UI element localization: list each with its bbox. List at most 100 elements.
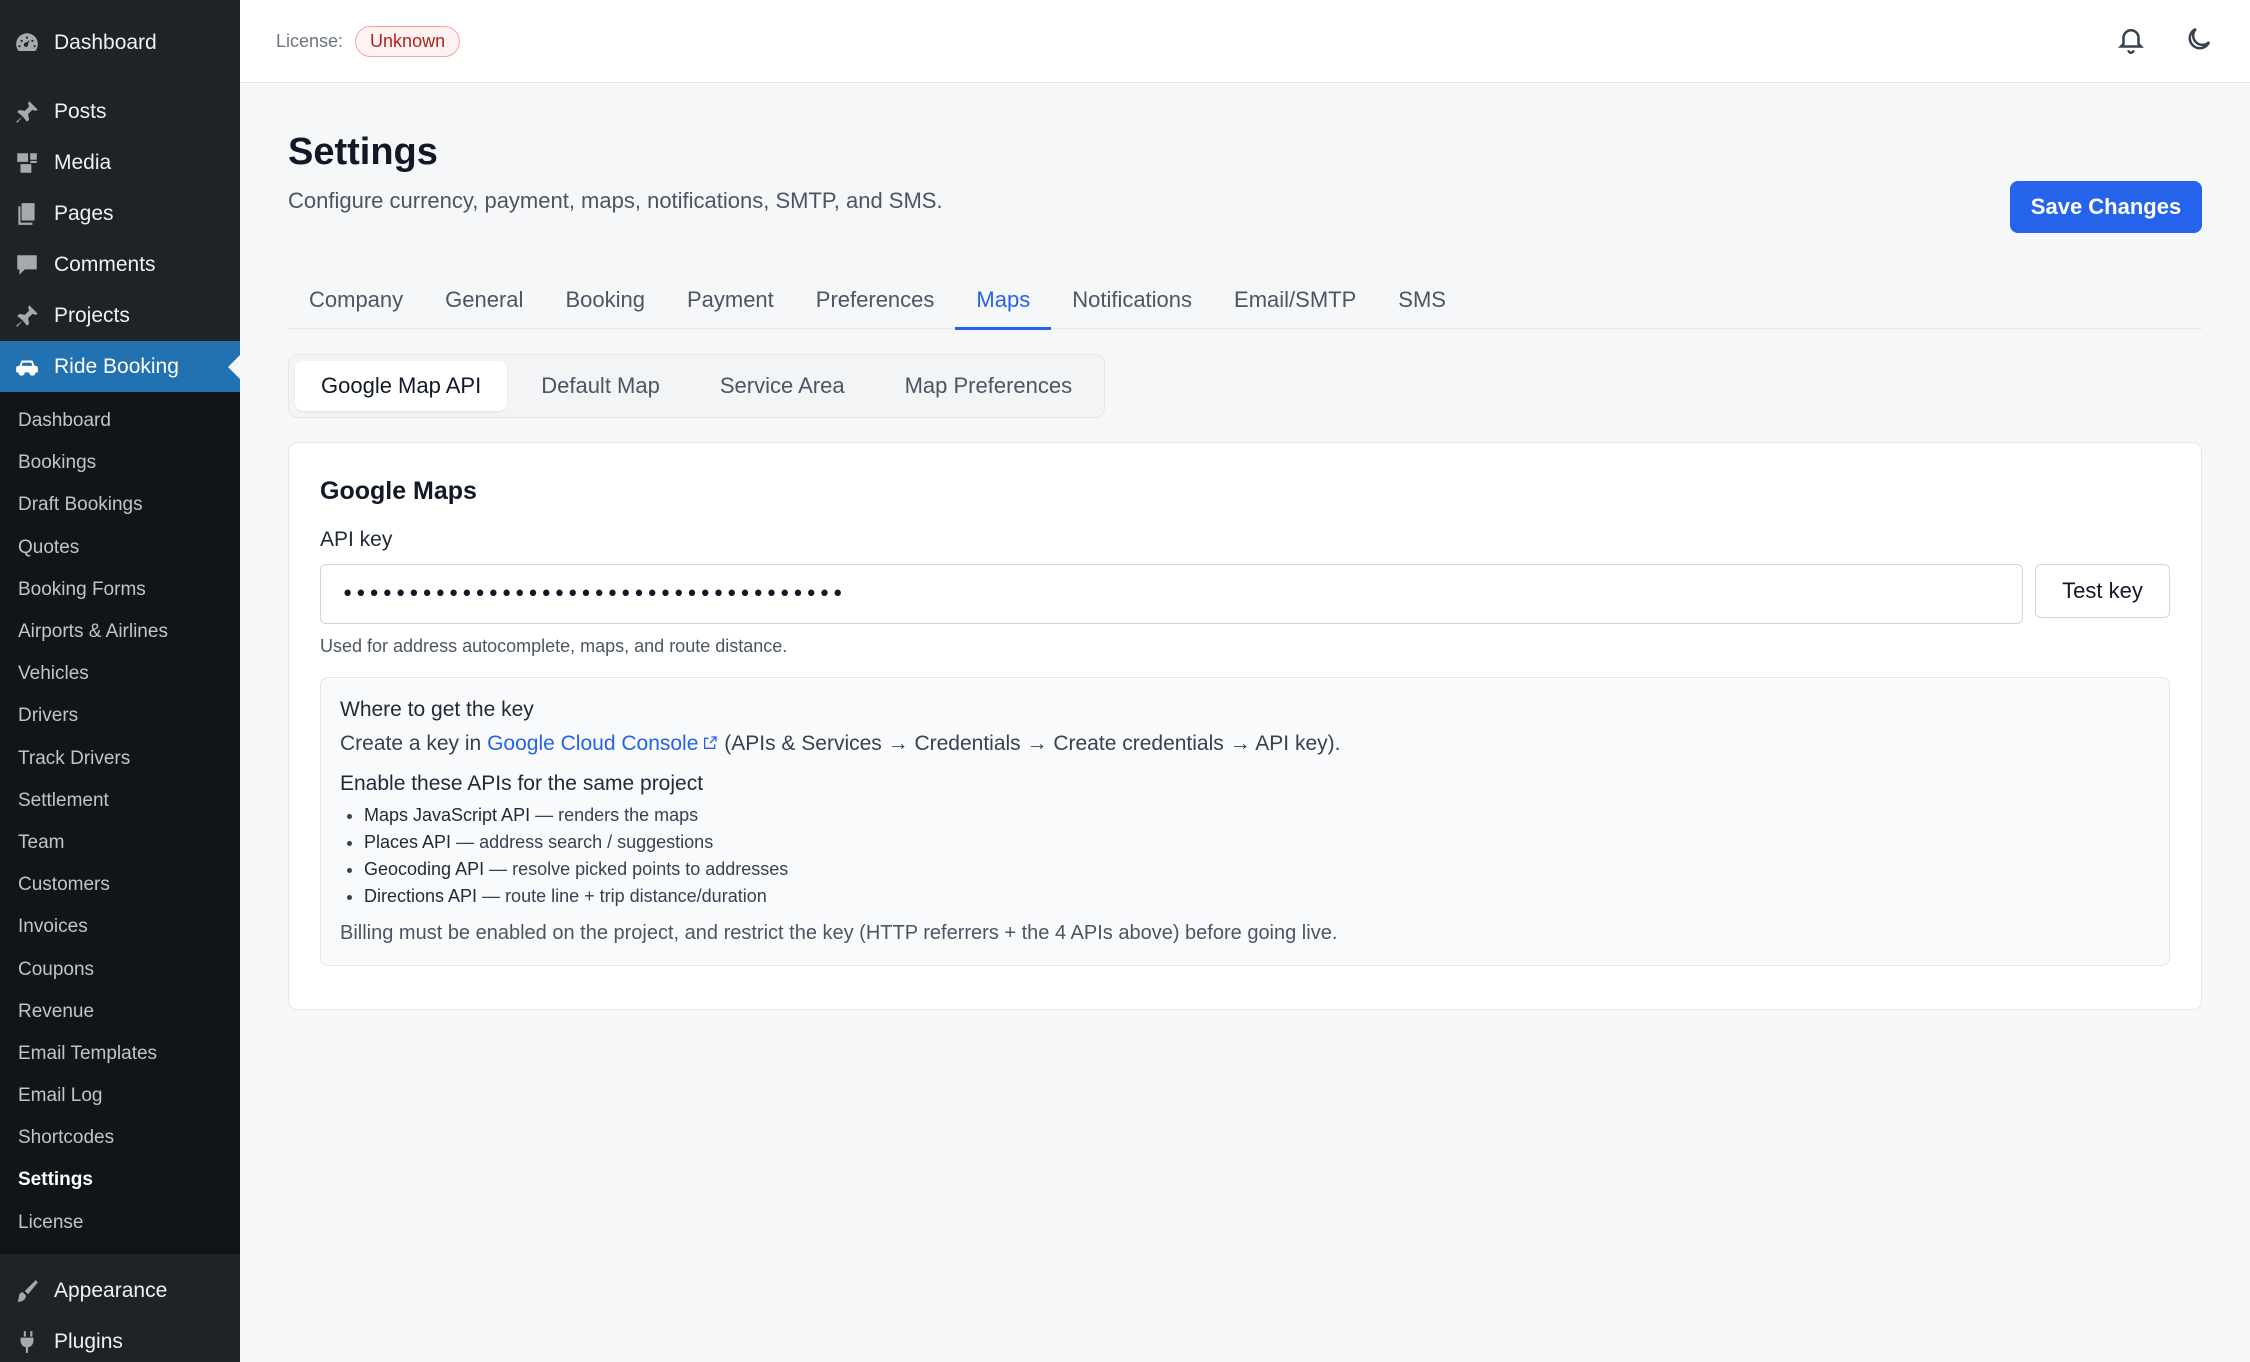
info-prefix: Create a key in [340,732,482,755]
submenu-item-booking-forms[interactable]: Booking Forms [0,569,240,611]
info-heading: Where to get the key [340,698,534,721]
card-title: Google Maps [320,477,477,505]
submenu-item-email-log[interactable]: Email Log [0,1075,240,1117]
link-text: Google Cloud Console [487,732,699,755]
media-icon [12,148,42,178]
api-key-input[interactable] [320,564,2023,624]
api-desc: — address search / suggestions [456,832,714,852]
save-changes-button[interactable]: Save Changes [2010,181,2202,233]
api-name: Maps JavaScript API [364,805,531,825]
submenu-item-bookings[interactable]: Bookings [0,442,240,484]
sidebar-item-label: Posts [54,99,107,123]
billing-note: Billing must be enabled on the project, … [340,922,1338,944]
api-list: Maps JavaScript API — renders the maps P… [340,802,2150,910]
submenu-item-settings[interactable]: Settings [0,1159,240,1201]
submenu-item-track-drivers[interactable]: Track Drivers [0,738,240,780]
api-key-help: Used for address autocomplete, maps, and… [320,636,788,656]
sidebar-item-plugins[interactable]: Plugins [0,1317,240,1362]
submenu-item-dashboard[interactable]: Dashboard [0,400,240,442]
sidebar-item-dashboard[interactable]: Dashboard [0,0,240,86]
api-key-row: Test key [320,564,2170,624]
tab-email-smtp[interactable]: Email/SMTP [1213,271,1377,329]
page-subtitle: Configure currency, payment, maps, notif… [288,188,943,213]
key-info-box: Where to get the key Create a key in Goo… [320,677,2170,966]
submenu-item-email-templates[interactable]: Email Templates [0,1033,240,1075]
submenu-item-settlement[interactable]: Settlement [0,780,240,822]
sidebar-item-label: Dashboard [54,31,157,54]
moon-icon[interactable] [2184,24,2214,59]
tab-company[interactable]: Company [288,271,424,329]
submenu-item-shortcodes[interactable]: Shortcodes [0,1117,240,1159]
sidebar-item-posts[interactable]: Posts [0,86,240,137]
submenu-item-airports-airlines[interactable]: Airports & Airlines [0,611,240,653]
submenu-item-revenue[interactable]: Revenue [0,991,240,1033]
submenu-item-quotes[interactable]: Quotes [0,527,240,569]
submenu-item-draft-bookings[interactable]: Draft Bookings [0,484,240,526]
sidebar-item-label: Appearance [54,1279,168,1303]
submenu-item-customers[interactable]: Customers [0,864,240,906]
api-desc: — resolve picked points to addresses [489,859,789,879]
sidebar-item-label: Pages [54,201,114,225]
pin-icon [12,97,42,127]
test-key-button[interactable]: Test key [2035,564,2170,618]
sidebar-item-media[interactable]: Media [0,137,240,188]
submenu-item-vehicles[interactable]: Vehicles [0,653,240,695]
sidebar-item-projects[interactable]: Projects [0,290,240,341]
api-desc: — route line + trip distance/duration [482,886,767,906]
topbar-actions [2116,24,2214,59]
sidebar-item-pages[interactable]: Pages [0,188,240,239]
license-status-badge: Unknown [355,25,461,57]
tab-payment[interactable]: Payment [666,271,795,329]
top-bar: License: Unknown [240,0,2250,83]
api-key-label: API key [320,528,393,551]
submenu-item-license[interactable]: License [0,1202,240,1244]
api-name: Directions API [364,886,478,906]
apis-heading: Enable these APIs for the same project [340,772,704,795]
sidebar-item-label: Comments [54,252,156,276]
external-link-icon [702,733,718,749]
tab-preferences[interactable]: Preferences [795,271,956,329]
ride-booking-submenu: Dashboard Bookings Draft Bookings Quotes… [0,392,240,1254]
bell-icon[interactable] [2116,24,2146,59]
submenu-item-coupons[interactable]: Coupons [0,948,240,990]
plug-icon [12,1327,42,1357]
tab-maps[interactable]: Maps [955,271,1052,330]
pages-icon [12,199,42,229]
sidebar-item-ride-booking[interactable]: Ride Booking [0,341,240,392]
api-name: Places API [364,832,452,852]
sidebar-item-comments[interactable]: Comments [0,239,240,290]
submenu-item-drivers[interactable]: Drivers [0,695,240,737]
list-item: Places API — address search / suggestion… [364,829,2150,856]
tab-general[interactable]: General [424,271,544,329]
subtab-service-area[interactable]: Service Area [694,361,871,411]
submenu-item-team[interactable]: Team [0,822,240,864]
subtab-default-map[interactable]: Default Map [515,361,686,411]
comment-icon [12,250,42,280]
submenu-item-invoices[interactable]: Invoices [0,906,240,948]
subtab-google-map-api[interactable]: Google Map API [295,361,508,411]
brush-icon [12,1276,42,1306]
car-icon [12,352,42,382]
license-label: License: [276,30,344,51]
google-maps-card: Google Maps API key Test key Used for ad… [288,442,2202,1010]
google-cloud-console-link[interactable]: Google Cloud Console [487,732,718,755]
list-item: Maps JavaScript API — renders the maps [364,802,2150,829]
sidebar-item-label: Ride Booking [54,354,179,378]
tab-notifications[interactable]: Notifications [1051,271,1213,329]
pin-icon [12,301,42,331]
admin-sidebar: Dashboard Posts Media Pages Comments Pro… [0,0,240,1362]
page-header: Settings Configure currency, payment, ma… [288,83,2202,233]
tab-booking[interactable]: Booking [544,271,666,329]
info-instructions: Create a key in Google Cloud Console (AP… [340,732,2150,756]
sidebar-item-label: Projects [54,303,130,327]
subtab-map-preferences[interactable]: Map Preferences [879,361,1099,411]
main-content: Settings Configure currency, payment, ma… [288,83,2202,1010]
settings-tabs: Company General Booking Payment Preferen… [288,271,2202,330]
sidebar-item-appearance[interactable]: Appearance [0,1266,240,1317]
api-name: Geocoding API [364,859,485,879]
sidebar-item-label: Media [54,150,112,174]
list-item: Geocoding API — resolve picked points to… [364,856,2150,883]
tab-sms[interactable]: SMS [1377,271,1467,329]
api-desc: — renders the maps [535,805,699,825]
sidebar-lower: Appearance Plugins [0,1254,240,1362]
